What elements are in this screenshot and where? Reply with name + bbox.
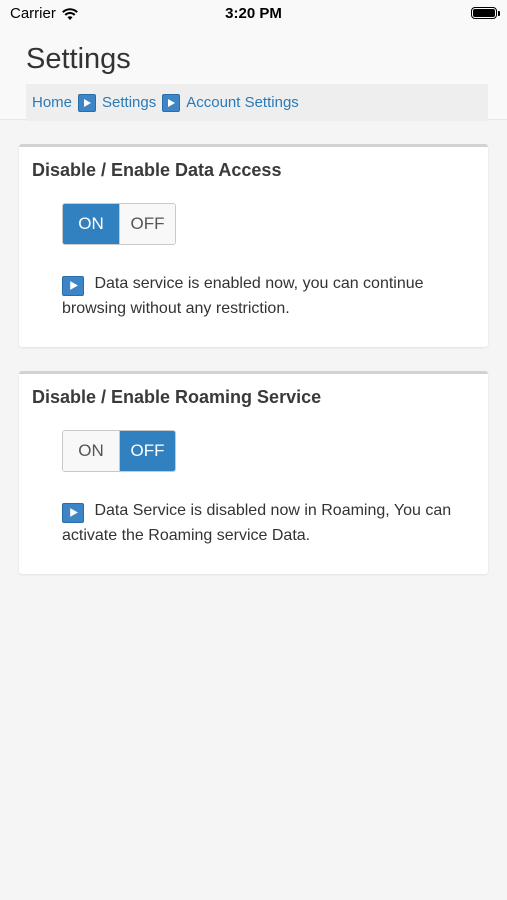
data-access-message: Data service is enabled now, you can con… [62, 271, 455, 321]
play-arrow-icon [78, 93, 97, 112]
message-text: Data Service is disabled now in Roaming,… [62, 502, 452, 544]
panel-title: Disable / Enable Data Access [32, 160, 282, 180]
play-arrow-icon [62, 275, 84, 296]
breadcrumb-home[interactable]: Home [32, 94, 72, 111]
data-access-toggle: ON OFF [62, 203, 176, 245]
data-access-off-button[interactable]: OFF [119, 204, 175, 244]
status-bar: Carrier 3:20 PM [0, 0, 507, 28]
breadcrumb: Home Settings Account Settings [26, 84, 488, 121]
data-access-panel: Disable / Enable Data Access ON OFF Data… [19, 144, 488, 347]
breadcrumb-account-settings[interactable]: Account Settings [186, 94, 299, 111]
breadcrumb-settings[interactable]: Settings [102, 94, 156, 111]
roaming-off-button[interactable]: OFF [119, 431, 175, 471]
roaming-toggle: ON OFF [62, 430, 176, 472]
main-content: Disable / Enable Data Access ON OFF Data… [0, 120, 507, 574]
panel-title: Disable / Enable Roaming Service [32, 387, 322, 407]
roaming-on-button[interactable]: ON [63, 431, 119, 471]
battery-icon [471, 7, 500, 19]
play-arrow-icon [162, 93, 181, 112]
data-access-on-button[interactable]: ON [63, 204, 119, 244]
page-title: Settings [26, 43, 131, 75]
page-header: Settings Home Settings Account Settings [0, 28, 507, 121]
roaming-message: Data Service is disabled now in Roaming,… [62, 498, 455, 548]
message-text: Data service is enabled now, you can con… [62, 275, 424, 317]
play-arrow-icon [62, 502, 84, 523]
roaming-service-panel: Disable / Enable Roaming Service ON OFF … [19, 371, 488, 574]
status-time: 3:20 PM [225, 5, 282, 22]
